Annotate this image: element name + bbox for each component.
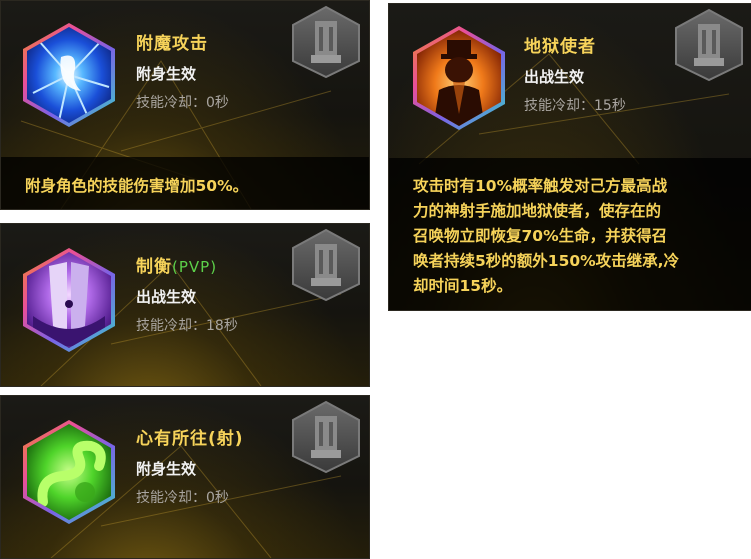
skill-name: 制衡(PVP) (136, 257, 218, 277)
tower-badge-icon (289, 400, 363, 474)
tower-badge-icon (672, 8, 746, 82)
skill-card-heart-path[interactable]: 心有所往(射) 附身生效 技能冷却：0秒 (0, 395, 370, 559)
skill-cooldown: 技能冷却：0秒 (136, 490, 229, 506)
skill-cooldown: 技能冷却：0秒 (136, 95, 229, 111)
skill-cooldown: 技能冷却：18秒 (136, 318, 238, 334)
description-line: 力的神射手施加地狱使者，使存在的 (413, 202, 662, 220)
skill-name: 附魔攻击 (136, 34, 208, 54)
purple-shield-icon (19, 246, 119, 354)
skill-name: 地狱使者 (524, 37, 596, 57)
skill-type: 出战生效 (524, 68, 585, 86)
description-line: 却时间15秒。 (413, 277, 513, 295)
skill-card-balance-pvp[interactable]: 制衡(PVP) 出战生效 技能冷却：18秒 (0, 223, 370, 387)
skill-card-enchant-attack[interactable]: 附魔攻击 附身生效 技能冷却：0秒 附身角色的技能伤害增加50%。 (0, 0, 370, 210)
tower-badge-icon (289, 228, 363, 302)
skill-description: 附身角色的技能伤害增加50%。 (1, 157, 369, 209)
description-line: 召唤物立即恢复70%生命，并获得召 (413, 227, 668, 245)
description-line: 唤者持续5秒的额外150%攻击继承,冷 (413, 252, 680, 270)
lightning-spirit-icon (19, 21, 119, 129)
skill-type: 附身生效 (136, 460, 197, 478)
skill-description: 攻击时有10%概率触发对己方最高战 力的神射手施加地狱使者，使存在的 召唤物立即… (389, 158, 751, 310)
tower-badge-icon (289, 5, 363, 79)
skill-name: 心有所往(射) (136, 429, 244, 449)
description-line: 攻击时有10%概率触发对己方最高战 (413, 177, 668, 195)
pvp-tag: (PVP) (172, 258, 218, 276)
hell-envoy-icon (409, 24, 509, 132)
skill-type: 出战生效 (136, 288, 197, 306)
green-serpent-icon (19, 418, 119, 526)
skill-cooldown: 技能冷却：15秒 (524, 98, 626, 114)
skill-type: 附身生效 (136, 65, 197, 83)
skill-card-hell-envoy[interactable]: 地狱使者 出战生效 技能冷却：15秒 攻击时有10%概率触发对己方最高战 力的神… (388, 3, 751, 311)
